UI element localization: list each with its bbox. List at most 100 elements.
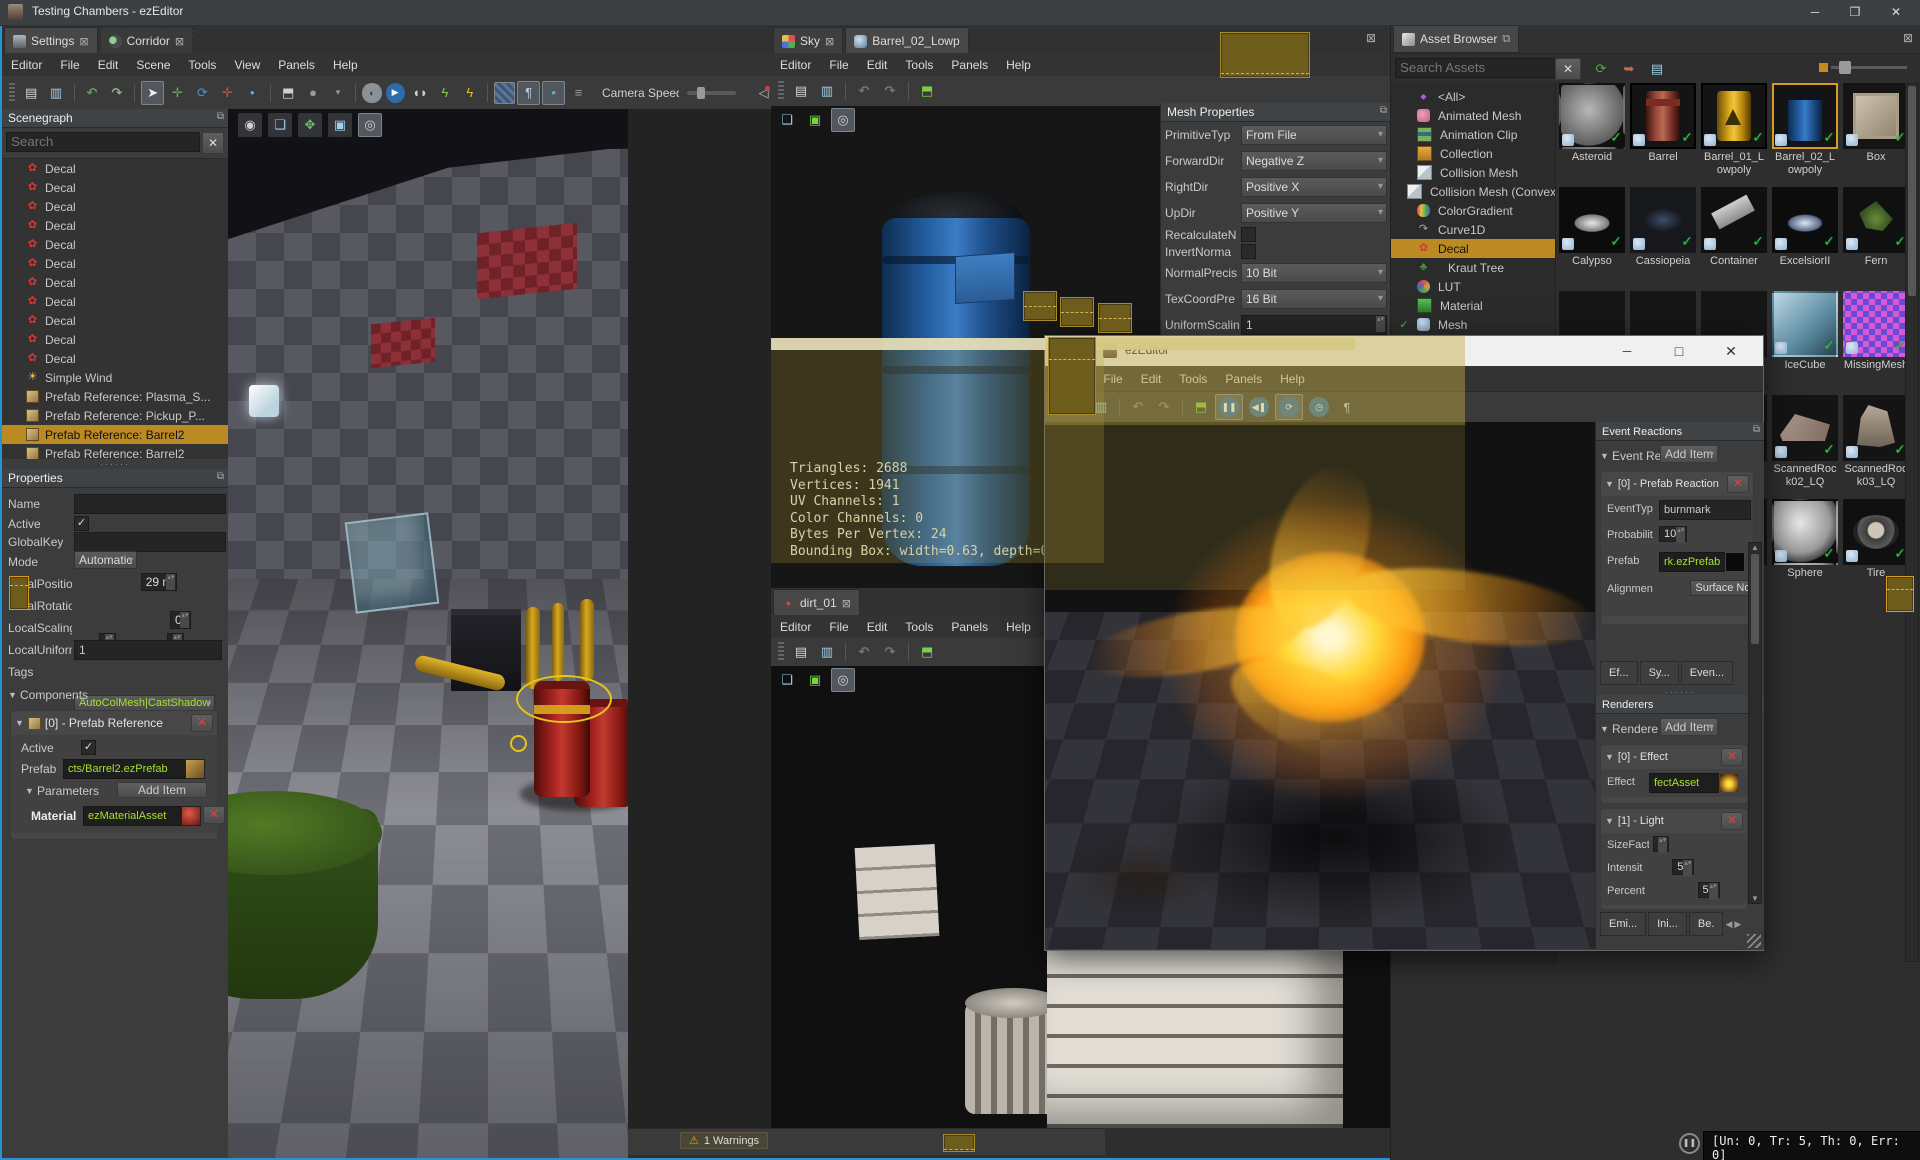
menu-item[interactable]: Edit: [89, 55, 128, 75]
menu-item[interactable]: Scene: [127, 55, 179, 75]
asset-grid-item[interactable]: ✓ Barrel_02_Lowpoly: [1772, 83, 1838, 177]
particle-viewport[interactable]: [1045, 422, 1595, 949]
loop-icon[interactable]: ⟳: [1275, 394, 1303, 420]
asset-grid-item[interactable]: ✓ Barrel: [1630, 83, 1696, 164]
asset-type-item[interactable]: Kraut Tree: [1391, 258, 1555, 277]
camera-speed-slider[interactable]: [687, 91, 736, 95]
play-scene-icon[interactable]: ◐: [362, 83, 381, 103]
asset-type-item[interactable]: LUT: [1391, 277, 1555, 296]
asset-grid-item[interactable]: ✓ Cassiopeia: [1630, 187, 1696, 268]
scenegraph-item[interactable]: Prefab Reference: Barrel2: [2, 444, 228, 459]
material-asset-field[interactable]: ezMaterialAsset: [83, 806, 187, 826]
export-asset-icon[interactable]: ⬒: [915, 640, 939, 664]
undo-icon[interactable]: ↶: [80, 81, 103, 105]
menu-item[interactable]: Help: [324, 55, 367, 75]
scenegraph-item[interactable]: Decal: [2, 254, 228, 273]
save-all-icon[interactable]: ▥: [815, 640, 839, 664]
asset-type-item[interactable]: Decal: [1391, 239, 1555, 258]
thumbnail-size-slider[interactable]: [1831, 66, 1907, 69]
component-caret-icon[interactable]: ▼: [15, 718, 24, 728]
toolbar-drag-handle[interactable]: [778, 81, 784, 101]
renderers-header[interactable]: Renderers ⧉: [1596, 695, 1764, 714]
scenegraph-item[interactable]: Prefab Reference: Barrel2: [2, 425, 228, 444]
menu-item[interactable]: Editor: [771, 617, 820, 637]
capture-image-icon[interactable]: ▣: [803, 108, 827, 132]
scenegraph-search-input[interactable]: [6, 132, 200, 152]
undo-icon[interactable]: ↶: [852, 79, 876, 103]
menu-item[interactable]: File: [820, 55, 857, 75]
grid-toggle-icon[interactable]: [494, 82, 515, 104]
asset-type-item[interactable]: ✓ Mesh: [1391, 315, 1555, 334]
selection-gizmo-circle[interactable]: [516, 675, 612, 723]
asset-type-item[interactable]: Collision Mesh: [1391, 163, 1555, 182]
group-caret[interactable]: ▼: [1605, 752, 1614, 762]
sizefactor-field[interactable]: 3: [1653, 836, 1669, 852]
tab-dirt01-close-icon[interactable]: ⊠: [842, 597, 851, 610]
menu-item[interactable]: Help: [1271, 369, 1314, 389]
scenegraph-item[interactable]: Decal: [2, 159, 228, 178]
component-active-checkbox[interactable]: ✓: [81, 740, 96, 755]
menu-item[interactable]: Tools: [896, 55, 942, 75]
undo-icon[interactable]: ↶: [852, 640, 876, 664]
uniform-scaling-field[interactable]: 1: [1241, 315, 1387, 335]
redo-icon[interactable]: ↷: [105, 81, 128, 105]
save-all-icon[interactable]: ▥: [45, 81, 68, 105]
close-button[interactable]: ✕: [1875, 0, 1917, 24]
asset-grid-item[interactable]: ✓ IceCube: [1772, 291, 1838, 372]
save-all-icon[interactable]: ▥: [815, 79, 839, 103]
tab-asset-browser-float-icon[interactable]: ⧉: [1502, 33, 1510, 46]
background-task-icon[interactable]: ❚❚: [1679, 1133, 1700, 1154]
save-icon[interactable]: ▤: [789, 640, 813, 664]
eventtype-field[interactable]: burnmark: [1659, 500, 1751, 520]
components-caret-icon[interactable]: ▼: [8, 690, 17, 700]
renderers-caret[interactable]: ▼: [1600, 724, 1609, 734]
mode-dropdown[interactable]: Automatic: [74, 551, 137, 569]
name-input[interactable]: [74, 494, 226, 514]
panel-splitter[interactable]: ······: [1596, 687, 1764, 695]
capture-image-icon[interactable]: ▣: [803, 668, 827, 692]
menu-item[interactable]: Edit: [858, 617, 897, 637]
app-titlebar[interactable]: Testing Chambers - ezEditor ─ ❐ ✕: [0, 0, 1920, 26]
menu-item[interactable]: File: [51, 55, 88, 75]
tab-corridor-close-icon[interactable]: ⊠: [175, 35, 184, 48]
group-caret[interactable]: ▼: [1605, 816, 1614, 826]
dock-tab[interactable]: Sy...: [1640, 661, 1679, 685]
remove-light-button[interactable]: ✕: [1721, 812, 1743, 830]
refresh-assets-icon[interactable]: ⟳: [1589, 57, 1613, 81]
scale-tool-icon[interactable]: ✛: [216, 81, 239, 105]
percentage-field[interactable]: 50: [1698, 882, 1720, 898]
asset-search-input[interactable]: [1395, 58, 1557, 78]
scenegraph-item[interactable]: Simple Wind: [2, 368, 228, 387]
menu-item[interactable]: Editor: [771, 55, 820, 75]
scene-viewport[interactable]: ◉ ❏ ✥ ▣ ◎: [228, 109, 628, 1158]
search-clear-icon[interactable]: ✕: [202, 132, 224, 154]
menu-item[interactable]: View: [225, 55, 269, 75]
thumbnail-icon[interactable]: ❏: [775, 108, 799, 132]
recalculate-normals-checkbox[interactable]: [1241, 227, 1256, 242]
remove-component-button[interactable]: ✕: [191, 714, 213, 732]
time-scale-icon[interactable]: ◷: [1305, 394, 1333, 420]
remove-material-button[interactable]: ✕: [203, 806, 225, 824]
asset-grid-scrollbar[interactable]: [1905, 83, 1919, 962]
menu-item[interactable]: Tools: [1170, 369, 1216, 389]
viewport-expand-icon[interactable]: ✥: [298, 113, 322, 137]
invert-normals-checkbox[interactable]: [1241, 244, 1256, 259]
renderers-add-button[interactable]: Add Item: [1660, 718, 1718, 736]
restore-button[interactable]: ❐: [1835, 0, 1875, 24]
minimize-button[interactable]: ─: [1795, 0, 1835, 24]
float-panel-icon[interactable]: ⧉: [217, 471, 224, 482]
floating-titlebar[interactable]: ezEditor ─ □ ✕: [1045, 336, 1763, 366]
floating-editor-window[interactable]: ezEditor ─ □ ✕ EditorFileEditToolsPanels…: [1044, 335, 1764, 951]
asset-grid-item[interactable]: ✓ Calypso: [1559, 187, 1625, 268]
sphere-tool-icon[interactable]: ●: [302, 81, 325, 105]
asset-type-item[interactable]: Collection: [1391, 144, 1555, 163]
scenegraph-item[interactable]: Prefab Reference: Plasma_S...: [2, 387, 228, 406]
scenegraph-item[interactable]: Decal: [2, 330, 228, 349]
dock-tab[interactable]: Emi...: [1600, 912, 1646, 936]
asset-type-item[interactable]: ColorGradient: [1391, 201, 1555, 220]
tab-scroll-right-icon[interactable]: ▶: [1734, 919, 1741, 930]
floating-maximize-button[interactable]: □: [1657, 339, 1701, 363]
warnings-badge[interactable]: ⚠ 1 Warnings: [680, 1132, 768, 1149]
export-assets-icon[interactable]: ➥: [1617, 57, 1641, 81]
menu-item[interactable]: File: [1094, 369, 1131, 389]
